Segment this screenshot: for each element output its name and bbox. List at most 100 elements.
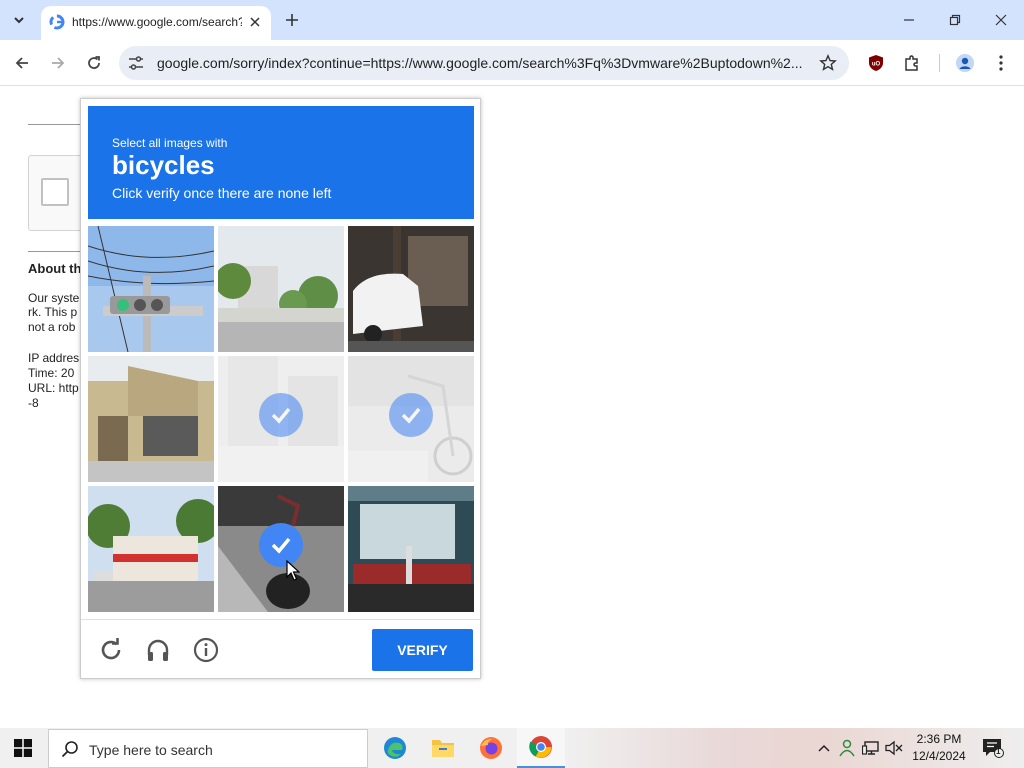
tab-close-button[interactable]: [247, 14, 263, 30]
browser-tab[interactable]: https://www.google.com/search?q=vmware+b…: [41, 6, 271, 40]
storefront-image: [88, 356, 214, 482]
new-tab-button[interactable]: [282, 10, 302, 30]
profile-button[interactable]: [954, 52, 976, 74]
info-line: Time: 20: [28, 366, 75, 380]
address-bar[interactable]: google.com/sorry/index?continue=https://…: [119, 46, 849, 80]
extensions-button[interactable]: [901, 52, 923, 74]
svg-text:uO: uO: [872, 62, 881, 68]
challenge-target: bicycles: [112, 150, 215, 180]
volume-muted-icon: [885, 740, 903, 756]
help-button[interactable]: [192, 636, 220, 664]
close-icon: [995, 14, 1007, 26]
windows-start-icon[interactable]: [14, 739, 32, 757]
clock-date: 12/4/2024: [912, 749, 966, 763]
notification-center-button[interactable]: 1: [982, 738, 1004, 758]
ublock-extension-button[interactable]: uO: [865, 52, 887, 74]
image-tile-street-houses[interactable]: [218, 226, 344, 352]
taskbar-chrome[interactable]: [517, 728, 565, 768]
taskbar-file-explorer[interactable]: [419, 728, 467, 768]
info-line: -8: [28, 396, 39, 410]
tab-search-button[interactable]: [7, 8, 31, 32]
info-line: Our syste: [28, 291, 80, 305]
info-icon: [193, 637, 219, 663]
headphones-icon: [147, 639, 169, 661]
restore-button[interactable]: [942, 8, 968, 32]
street-houses-image: [218, 226, 344, 352]
image-grid: [88, 226, 474, 612]
close-icon: [250, 17, 260, 27]
taskbar-firefox[interactable]: [467, 728, 515, 768]
tab-title: https://www.google.com/search?q=vmware+b…: [72, 15, 242, 29]
challenge-subtitle: Click verify once there are none left: [112, 185, 332, 201]
search-placeholder: Type here to search: [89, 742, 213, 758]
info-line: URL: http: [28, 381, 79, 395]
toolbar-divider: [939, 54, 940, 72]
signboard-image: [348, 486, 474, 612]
refresh-icon: [101, 638, 121, 660]
challenge-header: Select all images with bicycles Click ve…: [88, 106, 474, 219]
recaptcha-checkbox[interactable]: [41, 178, 69, 206]
image-tile-traffic-light[interactable]: [88, 226, 214, 352]
info-line: rk. This p: [28, 305, 78, 319]
taskbar-search[interactable]: Type here to search: [48, 729, 368, 768]
folder-icon: [432, 740, 454, 757]
clock-time: 2:36 PM: [916, 732, 962, 746]
plus-icon: [286, 14, 298, 26]
kebab-menu-icon: [999, 55, 1003, 71]
reload-challenge-button[interactable]: [97, 636, 125, 664]
url-text: google.com/sorry/index?continue=https://…: [157, 55, 803, 71]
image-tile-white-car[interactable]: [348, 226, 474, 352]
forward-button[interactable]: [46, 51, 70, 75]
image-tile-shop-building[interactable]: [88, 486, 214, 612]
bookmark-star-icon[interactable]: [819, 54, 837, 72]
tray-people[interactable]: [838, 739, 856, 757]
firefox-icon: [480, 737, 502, 759]
about-heading: About th: [28, 261, 82, 276]
mouse-cursor-icon: [286, 560, 300, 581]
verify-button[interactable]: VERIFY: [372, 629, 473, 671]
notification-icon: [983, 739, 1004, 758]
tile-check-icon: [259, 393, 303, 437]
image-tile-faded-street[interactable]: [218, 356, 344, 482]
people-icon: [839, 739, 855, 757]
minimize-button[interactable]: [896, 8, 922, 32]
arrow-right-icon: [52, 57, 65, 69]
google-favicon-icon: [49, 14, 65, 30]
search-icon: [61, 741, 78, 758]
audio-challenge-button[interactable]: [144, 636, 172, 664]
taskbar-edge[interactable]: [371, 728, 419, 768]
tray-network[interactable]: [862, 739, 880, 757]
chrome-icon: [529, 736, 552, 758]
image-tile-faded-bicycle[interactable]: [348, 356, 474, 482]
ublock-shield-icon: uO: [869, 55, 883, 71]
chevron-up-icon: [818, 744, 830, 752]
image-tile-signboard[interactable]: [348, 486, 474, 612]
divider: [28, 251, 88, 252]
arrow-left-icon: [15, 57, 28, 69]
taskbar-clock[interactable]: 2:36 PM 12/4/2024: [906, 731, 972, 765]
tray-volume[interactable]: [885, 739, 903, 757]
info-line: IP addres: [28, 351, 80, 365]
menu-button[interactable]: [990, 52, 1012, 74]
back-button[interactable]: [10, 51, 34, 75]
puzzle-icon: [905, 55, 918, 71]
challenge-footer: VERIFY: [81, 619, 480, 679]
reload-button[interactable]: [82, 51, 106, 75]
edge-icon: [384, 737, 406, 759]
avatar-icon: [956, 54, 974, 72]
image-tile-motorbike-road[interactable]: [218, 486, 344, 612]
close-window-button[interactable]: [988, 8, 1014, 32]
minimize-icon: [904, 19, 914, 21]
traffic-light-image: [88, 226, 214, 352]
reload-icon: [88, 56, 100, 69]
site-settings-icon: [129, 56, 143, 70]
tray-overflow-button[interactable]: [815, 739, 833, 757]
shop-building-image: [88, 486, 214, 612]
notification-count: 1: [996, 747, 1001, 756]
chevron-down-icon: [14, 17, 24, 24]
white-car-image: [348, 226, 474, 352]
image-tile-storefront[interactable]: [88, 356, 214, 482]
tab-strip: https://www.google.com/search?q=vmware+b…: [0, 0, 1024, 40]
browser-toolbar: google.com/sorry/index?continue=https://…: [0, 40, 1024, 86]
info-line: not a rob: [28, 320, 76, 334]
